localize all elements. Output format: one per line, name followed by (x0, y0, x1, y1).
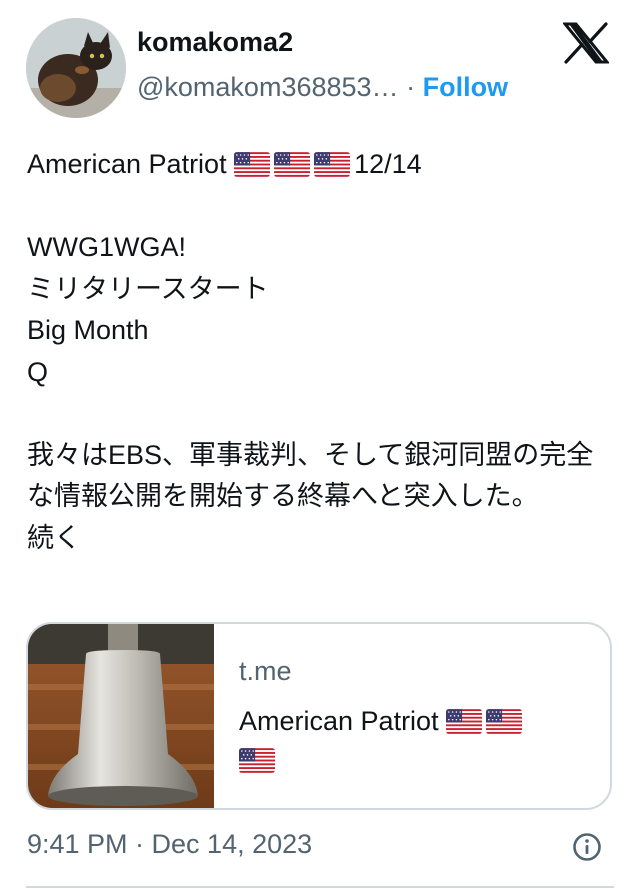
tweet-line: Q (27, 356, 49, 387)
us-flag-icon (239, 748, 275, 773)
user-handle[interactable]: @komakom368853… (137, 72, 399, 102)
tweet-line: ミリタリースタート (27, 273, 269, 304)
tweet-header: komakoma2 @komakom368853… · Follow (0, 0, 640, 130)
info-icon[interactable] (572, 832, 602, 862)
handle-row: @komakom368853… · Follow (137, 72, 508, 103)
tweet-line: WWG1WGA! (27, 232, 186, 262)
follow-button[interactable]: Follow (423, 72, 508, 102)
avatar[interactable] (26, 18, 126, 118)
tweet-line: Big Month (27, 315, 149, 345)
tweet-text: American Patriot 12/14 WWG1WGA! ミリタリースター… (27, 144, 617, 559)
link-domain: t.me (239, 656, 292, 686)
us-flag-icon (274, 152, 310, 177)
display-name[interactable]: komakoma2 (137, 27, 293, 58)
cat-avatar (26, 18, 126, 118)
tweet-line: 我々はEBS、軍事裁判、そして銀河同盟の完全な情報公開を開始する終幕へと突入した… (27, 439, 594, 512)
bell-thumbnail (28, 624, 214, 808)
link-title: American Patriot (239, 702, 579, 780)
separator: · (406, 72, 416, 102)
link-card[interactable]: t.me American Patriot (26, 622, 612, 810)
us-flag-icon (486, 709, 522, 734)
us-flag-icon (314, 152, 350, 177)
x-logo-icon[interactable] (563, 22, 609, 64)
us-flag-icon (446, 709, 482, 734)
tweet-line: 続く (27, 522, 81, 553)
divider (26, 886, 614, 888)
tweet-line-title: American Patriot 12/14 (27, 149, 422, 179)
us-flag-icon (234, 152, 270, 177)
tweet-timestamp[interactable]: 9:41 PM · Dec 14, 2023 (27, 829, 312, 860)
